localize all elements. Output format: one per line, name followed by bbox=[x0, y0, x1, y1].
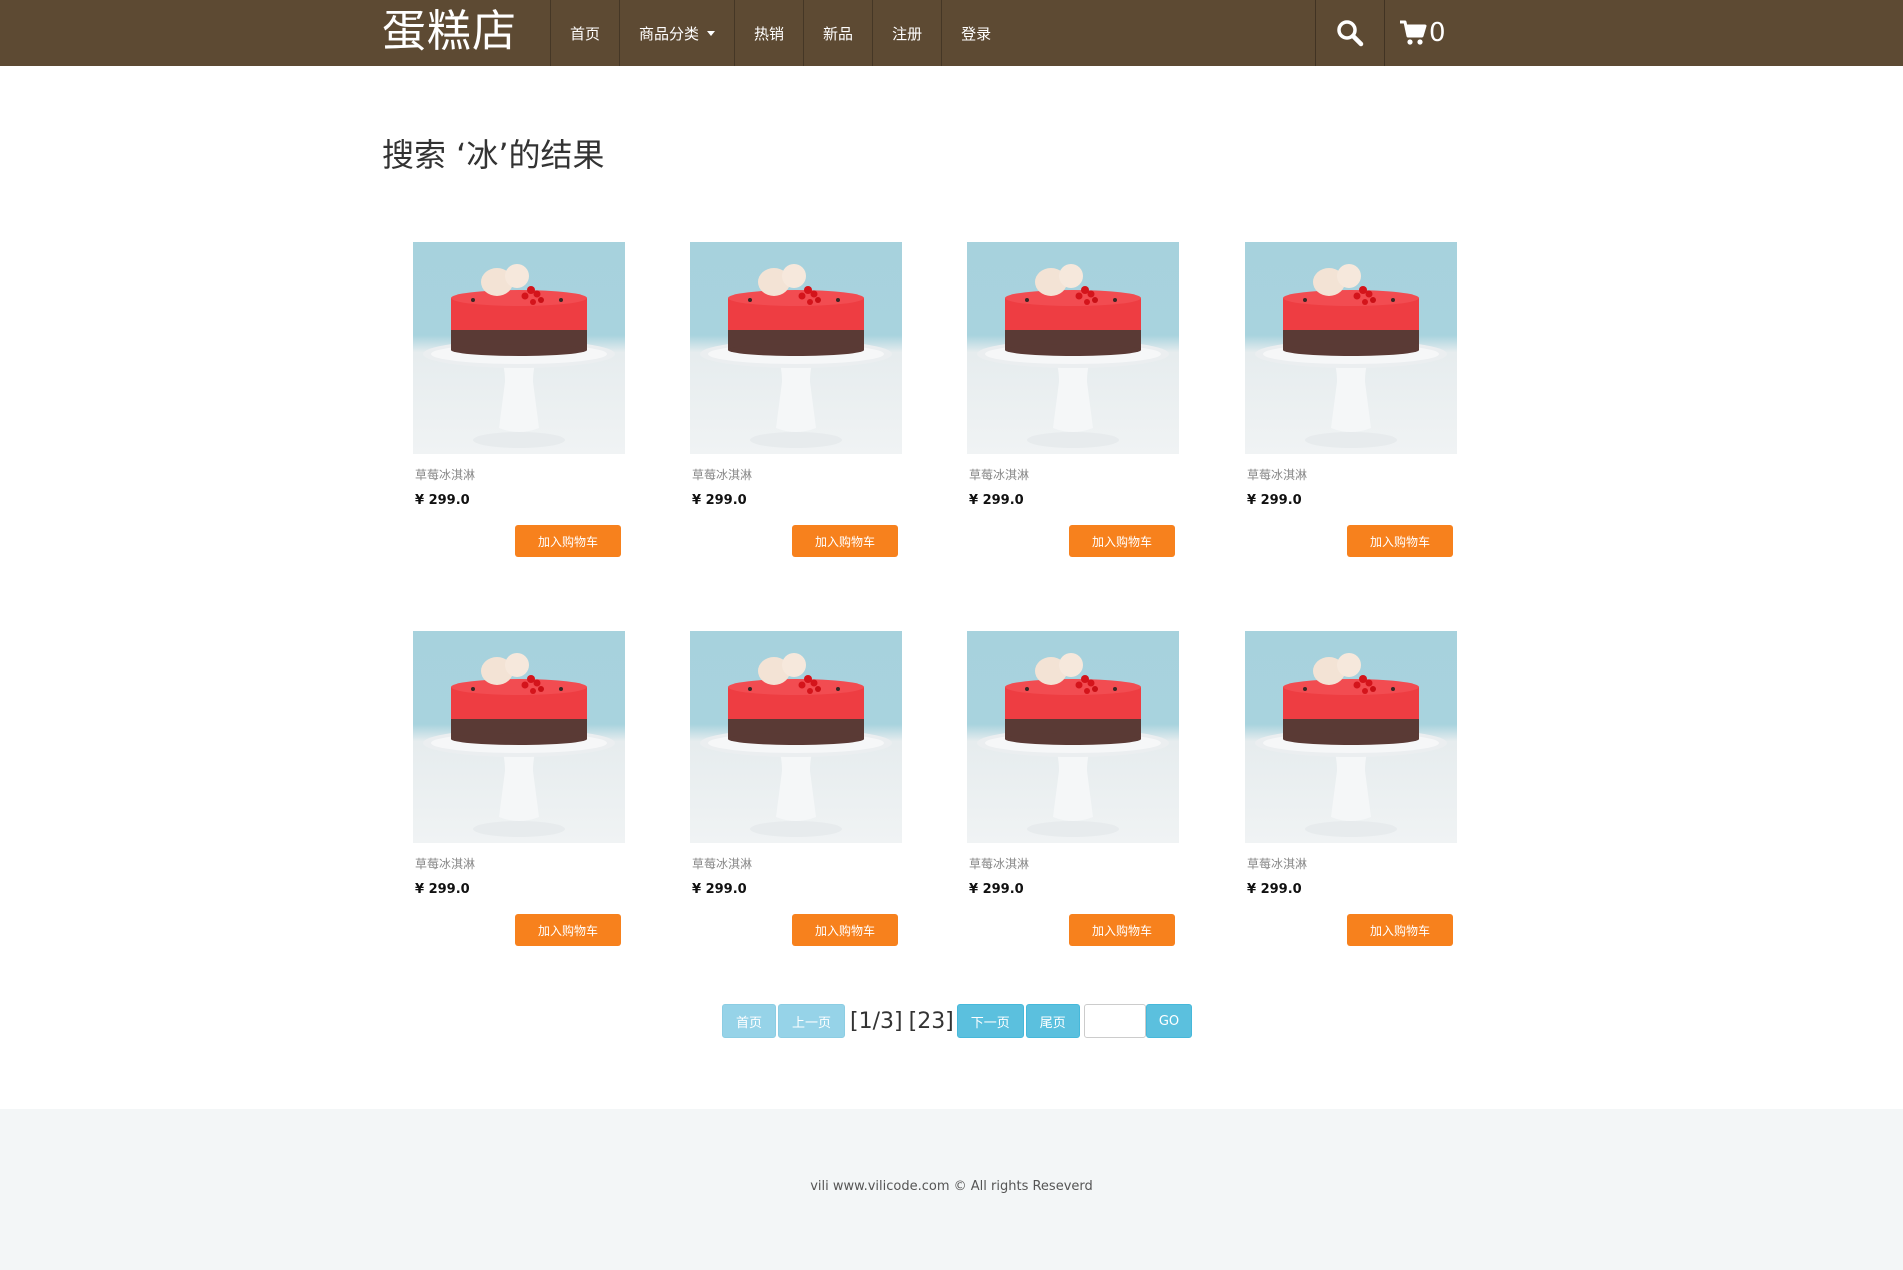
nav-item-hot[interactable]: 热销 bbox=[734, 0, 803, 66]
add-to-cart-button[interactable]: 加入购物车 bbox=[515, 525, 621, 557]
add-to-cart-button[interactable]: 加入购物车 bbox=[1069, 914, 1175, 946]
product-card: 草莓冰淇淋 ¥ 299.0 加入购物车 bbox=[413, 242, 625, 557]
product-image[interactable] bbox=[690, 631, 902, 843]
product-price: ¥ 299.0 bbox=[415, 493, 470, 508]
page-jump-input[interactable] bbox=[1083, 1004, 1146, 1038]
nav-item-categories[interactable]: 商品分类 bbox=[619, 0, 734, 66]
product-image[interactable] bbox=[1245, 631, 1457, 843]
page: 蛋糕店 首页 商品分类 热销 新品 注册 登录 0 搜索 ‘冰’的结果 草莓冰淇… bbox=[0, 0, 1903, 1270]
cake-image bbox=[700, 653, 892, 837]
cake-image bbox=[977, 264, 1169, 448]
brand-logo[interactable]: 蛋糕店 bbox=[382, 4, 517, 60]
next-page-button[interactable]: 下一页 bbox=[956, 1004, 1024, 1038]
page-indicator: [1/3] bbox=[850, 1008, 903, 1034]
nav-item-label: 商品分类 bbox=[639, 24, 700, 43]
search-icon bbox=[1337, 20, 1364, 47]
product-image[interactable] bbox=[413, 631, 625, 843]
nav-item-label: 登录 bbox=[961, 24, 992, 43]
cake-image bbox=[700, 264, 892, 448]
last-page-button[interactable]: 尾页 bbox=[1025, 1004, 1080, 1038]
cake-image bbox=[1255, 264, 1447, 448]
nav-item-label: 注册 bbox=[892, 24, 923, 43]
product-name[interactable]: 草莓冰淇淋 bbox=[969, 855, 1179, 872]
total-count: [23] bbox=[908, 1008, 954, 1034]
add-to-cart-button[interactable]: 加入购物车 bbox=[1347, 525, 1453, 557]
add-to-cart-button[interactable]: 加入购物车 bbox=[515, 914, 621, 946]
add-to-cart-button[interactable]: 加入购物车 bbox=[792, 914, 898, 946]
product-card: 草莓冰淇淋 ¥ 299.0 加入购物车 bbox=[690, 242, 902, 557]
product-card: 草莓冰淇淋 ¥ 299.0 加入购物车 bbox=[1245, 631, 1457, 946]
product-card: 草莓冰淇淋 ¥ 299.0 加入购物车 bbox=[967, 242, 1179, 557]
product-price: ¥ 299.0 bbox=[969, 882, 1024, 897]
cake-image bbox=[1255, 653, 1447, 837]
nav-item-label: 新品 bbox=[823, 24, 854, 43]
nav-menu: 首页 商品分类 热销 新品 注册 登录 bbox=[550, 0, 1010, 66]
cart-button[interactable]: 0 bbox=[1384, 0, 1460, 66]
page-title: 搜索 ‘冰’的结果 bbox=[382, 136, 605, 174]
product-name[interactable]: 草莓冰淇淋 bbox=[1247, 466, 1457, 483]
product-image[interactable] bbox=[690, 242, 902, 454]
add-to-cart-button[interactable]: 加入购物车 bbox=[1347, 914, 1453, 946]
nav-item-label: 首页 bbox=[570, 24, 601, 43]
product-name[interactable]: 草莓冰淇淋 bbox=[969, 466, 1179, 483]
product-image[interactable] bbox=[967, 631, 1179, 843]
product-card: 草莓冰淇淋 ¥ 299.0 加入购物车 bbox=[1245, 242, 1457, 557]
product-image[interactable] bbox=[1245, 242, 1457, 454]
nav-item-login[interactable]: 登录 bbox=[941, 0, 1010, 66]
nav-right: 0 bbox=[1315, 0, 1460, 66]
product-price: ¥ 299.0 bbox=[1247, 493, 1302, 508]
pagination: 首页 上一页 [1/3] [23] 下一页 尾页 GO bbox=[722, 1003, 1194, 1039]
add-to-cart-button[interactable]: 加入购物车 bbox=[792, 525, 898, 557]
product-card: 草莓冰淇淋 ¥ 299.0 加入购物车 bbox=[413, 631, 625, 946]
cart-count: 0 bbox=[1429, 18, 1446, 48]
cake-image bbox=[423, 653, 615, 837]
footer: vili www.vilicode.com © All rights Resev… bbox=[0, 1109, 1903, 1270]
nav-item-label: 热销 bbox=[754, 24, 785, 43]
product-price: ¥ 299.0 bbox=[692, 882, 747, 897]
cake-image bbox=[977, 653, 1169, 837]
add-to-cart-button[interactable]: 加入购物车 bbox=[1069, 525, 1175, 557]
caret-down-icon bbox=[707, 30, 716, 36]
search-button[interactable] bbox=[1315, 0, 1384, 66]
product-name[interactable]: 草莓冰淇淋 bbox=[415, 466, 625, 483]
product-card: 草莓冰淇淋 ¥ 299.0 加入购物车 bbox=[967, 631, 1179, 946]
footer-copyright: vili www.vilicode.com © All rights Resev… bbox=[810, 1179, 1093, 1194]
prev-page-button[interactable]: 上一页 bbox=[778, 1004, 846, 1038]
product-name[interactable]: 草莓冰淇淋 bbox=[692, 855, 902, 872]
navbar-inner: 蛋糕店 首页 商品分类 热销 新品 注册 登录 0 bbox=[380, 0, 1500, 66]
nav-item-register[interactable]: 注册 bbox=[872, 0, 941, 66]
nav-item-new[interactable]: 新品 bbox=[803, 0, 872, 66]
product-name[interactable]: 草莓冰淇淋 bbox=[692, 466, 902, 483]
product-image[interactable] bbox=[967, 242, 1179, 454]
product-price: ¥ 299.0 bbox=[415, 882, 470, 897]
go-button[interactable]: GO bbox=[1145, 1004, 1193, 1038]
product-price: ¥ 299.0 bbox=[1247, 882, 1302, 897]
product-image[interactable] bbox=[413, 242, 625, 454]
product-price: ¥ 299.0 bbox=[692, 493, 747, 508]
navbar: 蛋糕店 首页 商品分类 热销 新品 注册 登录 0 bbox=[0, 0, 1903, 66]
product-name[interactable]: 草莓冰淇淋 bbox=[415, 855, 625, 872]
product-price: ¥ 299.0 bbox=[969, 493, 1024, 508]
nav-item-home[interactable]: 首页 bbox=[550, 0, 619, 66]
first-page-button[interactable]: 首页 bbox=[722, 1004, 777, 1038]
cart-icon bbox=[1400, 20, 1427, 45]
product-card: 草莓冰淇淋 ¥ 299.0 加入购物车 bbox=[690, 631, 902, 946]
cake-image bbox=[423, 264, 615, 448]
product-name[interactable]: 草莓冰淇淋 bbox=[1247, 855, 1457, 872]
